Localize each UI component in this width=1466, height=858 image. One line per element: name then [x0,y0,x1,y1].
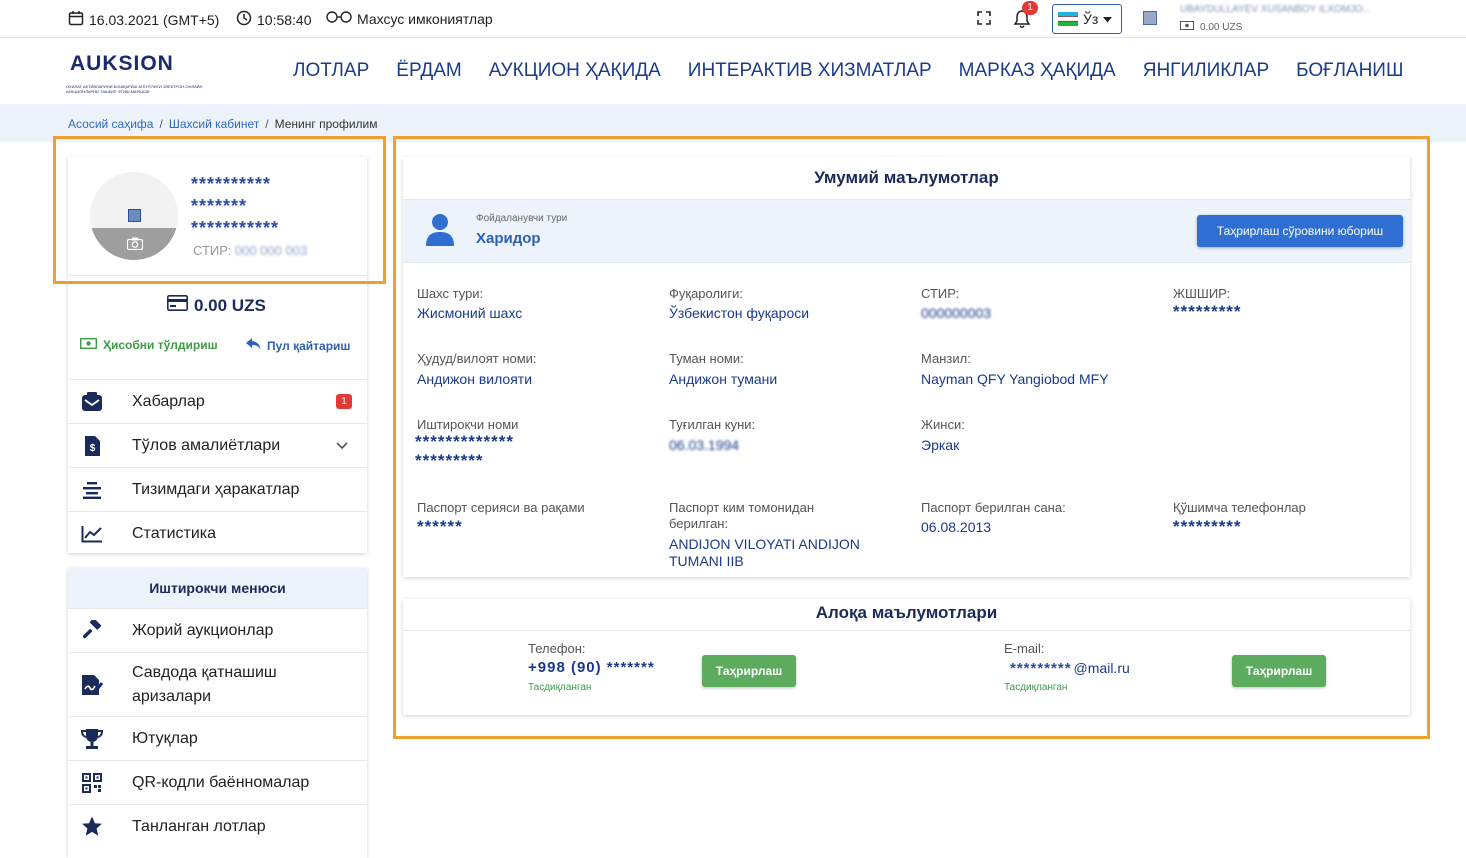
fullscreen-icon[interactable] [977,11,991,30]
qr-code-icon [80,771,104,795]
menu-item-favorite-lots[interactable]: Танланган лотлар [68,804,367,848]
menu-item-messages[interactable]: Хабарлар 1 [68,379,367,423]
svg-text:$: $ [89,443,95,454]
user-name[interactable]: UBAYDULLAYEV XUSANBOY ILXOMJO... [1180,4,1371,15]
uzbekistan-flag-icon [1058,12,1078,26]
breadcrumb-cabinet[interactable]: Шахсий кабинет [169,117,259,131]
caret-down-icon [1103,10,1113,28]
breadcrumb-separator: / [159,117,163,131]
nav-link-interactive-services[interactable]: ИНТЕРАКТИВ ХИЗМАТЛАР [688,60,932,82]
gavel-icon [80,619,104,643]
logo-text: AUKSION [70,52,174,75]
menu-item-winnings[interactable]: Ютуқлар [68,716,367,760]
notification-badge: 1 [1022,1,1038,15]
menu-item-statistics[interactable]: Статистика [68,511,367,555]
highlight-box-info [393,136,1430,739]
nav-link-news[interactable]: ЯНГИЛИКЛАР [1143,60,1269,82]
time-display: 10:58:40 [236,10,312,29]
reply-arrow-icon [246,338,261,353]
invoice-dollar-icon: $ [80,434,104,458]
chevron-down-icon[interactable] [336,437,348,455]
nav-link-about-center[interactable]: МАРКАЗ ҲАҚИДА [959,60,1116,82]
user-avatar-icon[interactable] [1143,11,1157,25]
menu-item-label: Савдода қатнашиш аризалари [132,663,277,705]
time-text: 10:58:40 [257,11,312,28]
messages-badge: 1 [336,394,352,409]
profile-balance: 0.00 UZS [167,295,266,316]
date-text: 16.03.2021 (GMT+5) [89,11,220,28]
star-icon [80,815,104,839]
special-abilities-link[interactable]: Махсус имкониятлар [326,10,493,27]
trophy-icon [80,727,104,751]
menu-item-label: Танланган лотлар [132,817,266,835]
profile-balance-text: 0.00 UZS [194,295,266,315]
menu-item-participation-requests[interactable]: Савдода қатнашиш аризалари [68,652,367,716]
mailbox-icon [80,390,104,414]
nav-links: ЛОТЛАР ЁРДАМ АУКЦИОН ҲАҚИДА ИНТЕРАКТИВ Х… [293,60,1403,82]
nav-link-help[interactable]: ЁРДАМ [396,60,461,82]
menu-item-system-actions[interactable]: Тизимдаги ҳаракатлар [68,467,367,511]
menu-item-current-auctions[interactable]: Жорий аукционлар [68,608,367,652]
menu-item-qr-protocols[interactable]: QR-кодли баённомалар [68,760,367,804]
menu-item-label: Хабарлар [132,392,205,410]
highlight-box-profile [53,136,386,284]
menu-item-label: QR-кодли баённомалар [132,773,310,791]
refund-link[interactable]: Пул қайтариш [246,338,350,353]
language-label: Ўз [1083,11,1099,27]
calendar-icon [68,10,84,29]
money-icon [79,337,98,352]
credit-card-icon [167,295,188,316]
breadcrumb-separator: / [265,117,269,131]
nav-link-lots[interactable]: ЛОТЛАР [293,60,369,82]
topup-account-label: Ҳисобни тўлдириш [103,338,218,352]
menu-item-label: Статистика [132,524,217,542]
top-bar: 16.03.2021 (GMT+5) 10:58:40 Махсус имкон… [0,0,1466,38]
menu-item-label: Тизимдаги ҳаракатлар [132,480,300,498]
breadcrumb-current: Менинг профилим [274,117,378,131]
nav-link-about-auction[interactable]: АУКЦИОН ҲАҚИДА [489,60,661,82]
date-display: 16.03.2021 (GMT+5) [68,10,219,29]
language-select[interactable]: Ўз [1052,4,1122,34]
nav-link-contact[interactable]: БОҒЛАНИШ [1296,60,1403,82]
breadcrumb-home[interactable]: Асосий саҳифа [68,117,153,131]
logo-subtitle: ОХИЛАТ АКТИВЛАРИНИ БОШҚАРИШ АГЕНТЛИГИ ЭЛ… [66,84,203,94]
glasses-icon [326,10,352,27]
main-navbar: AUKSION ОХИЛАТ АКТИВЛАРИНИ БОШҚАРИШ АГЕН… [0,38,1466,104]
auksion-logo[interactable]: AUKSION ОХИЛАТ АКТИВЛАРИНИ БОШҚАРИШ АГЕН… [66,46,206,98]
menu-item-label: Ютуқлар [132,729,198,747]
user-balance: 0.00 UZS [1180,21,1242,33]
clock-icon [236,10,252,29]
menu-item-label: Тўлов амалиётлари [132,436,281,454]
refund-label: Пул қайтариш [267,338,351,353]
list-lines-icon [80,478,104,502]
topup-account-link[interactable]: Ҳисобни тўлдириш [79,337,218,352]
cash-icon [1180,21,1194,33]
signature-document-icon [80,673,104,697]
participant-menu-title: Иштирокчи менюси [68,568,367,608]
user-balance-text: 0.00 UZS [1200,21,1243,33]
menu-item-payments[interactable]: $ Тўлов амалиётлари [68,423,367,467]
line-chart-icon [80,522,104,546]
special-abilities-label: Махсус имкониятлар [357,10,493,27]
menu-item-label: Жорий аукционлар [132,621,274,639]
